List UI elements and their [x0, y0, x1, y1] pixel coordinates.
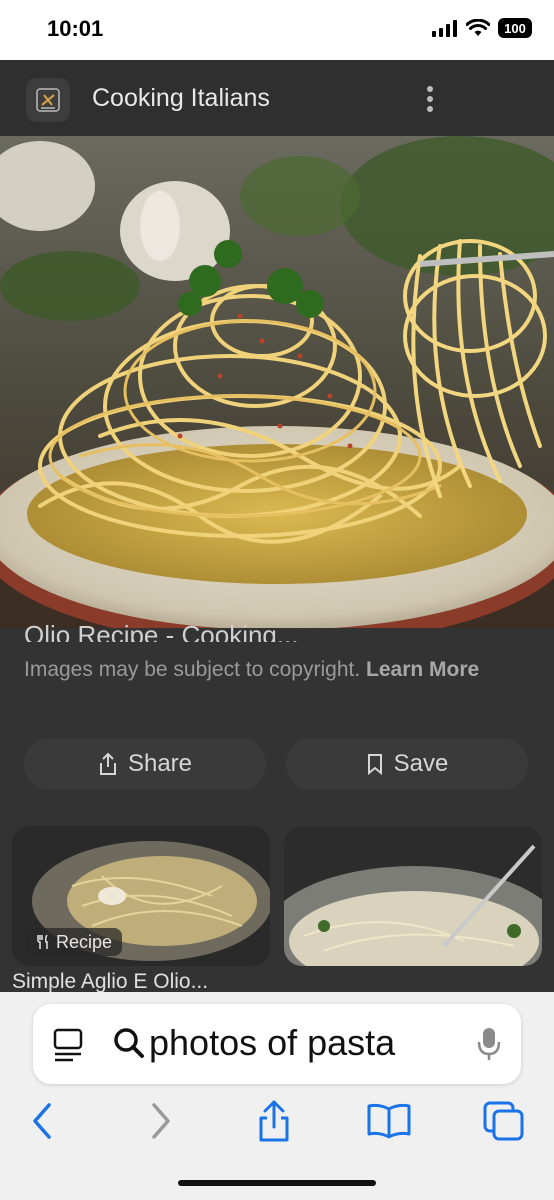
address-bar[interactable]: photos of pasta — [33, 1004, 521, 1084]
status-icons: 100 — [432, 18, 532, 38]
status-time: 10:01 — [47, 16, 104, 41]
learn-more-link[interactable]: Learn More — [366, 658, 479, 681]
share-icon — [259, 1100, 289, 1142]
hero-image[interactable] — [0, 136, 554, 628]
bookmarks-icon — [367, 1103, 411, 1139]
page-menu-icon[interactable] — [53, 1028, 85, 1062]
tabs-button[interactable] — [481, 1098, 527, 1144]
fork-knife-icon — [37, 934, 48, 949]
related-image-2 — [284, 826, 542, 966]
forward-button[interactable] — [138, 1098, 184, 1144]
share-toolbar-button[interactable] — [251, 1098, 297, 1144]
search-icon — [114, 1028, 144, 1058]
share-icon — [99, 752, 116, 775]
search-query-text: photos of pasta — [149, 1022, 396, 1063]
more-vertical-icon[interactable] — [418, 82, 442, 116]
microphone-icon[interactable] — [477, 1026, 501, 1062]
chef-logo-icon[interactable] — [26, 78, 70, 122]
browser-bottom-bar: photos of pasta — [0, 992, 554, 1200]
wifi-icon — [466, 19, 490, 36]
site-header: Cooking Italians — [0, 60, 554, 136]
related-image-thumbnail[interactable]: Recipe — [12, 826, 270, 966]
save-button[interactable]: Save — [286, 738, 528, 790]
related-image-thumbnail[interactable] — [284, 826, 542, 966]
battery-icon: 100 — [498, 18, 532, 38]
save-label: Save — [393, 750, 449, 777]
result-title[interactable]: Olio Recipe - Cooking... — [24, 620, 299, 642]
tabs-icon — [483, 1101, 524, 1141]
copyright-text: Images may be subject to copyright. — [24, 658, 361, 681]
back-button[interactable] — [19, 1098, 65, 1144]
home-indicator[interactable] — [178, 1180, 376, 1186]
back-chevron-icon — [33, 1103, 51, 1139]
forward-chevron-icon — [152, 1103, 170, 1139]
share-label: Share — [127, 750, 193, 777]
recipe-badge-label: Recipe — [56, 931, 113, 952]
status-bar: 10:01 100 — [0, 0, 554, 60]
bookmark-icon — [367, 754, 382, 775]
copyright-notice: Images may be subject to copyright. Lear… — [24, 654, 524, 685]
image-result-page: Cooking Italians Olio Recipe - Cooking..… — [0, 60, 554, 992]
related-caption[interactable]: Simple Aglio E Olio... — [12, 970, 208, 992]
browser-toolbar — [0, 1098, 554, 1144]
site-name[interactable]: Cooking Italians — [92, 84, 270, 113]
recipe-badge: Recipe — [26, 928, 123, 956]
signal-bars-icon — [432, 20, 457, 37]
bookmarks-button[interactable] — [366, 1098, 412, 1144]
share-button[interactable]: Share — [24, 738, 266, 790]
search-query-field[interactable]: photos of pasta — [113, 1022, 395, 1064]
